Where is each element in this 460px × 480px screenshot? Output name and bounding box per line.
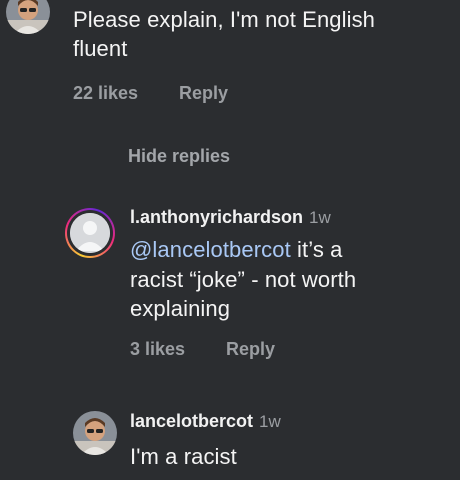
- like-count[interactable]: 3 likes: [130, 339, 185, 360]
- story-ring[interactable]: [65, 208, 115, 258]
- reply-text-line: explaining: [130, 296, 231, 321]
- story-ring-gap: [67, 210, 113, 256]
- default-user-avatar-icon: [70, 213, 110, 253]
- user-photo-avatar-icon: [6, 0, 50, 34]
- user-photo-avatar-icon: [73, 411, 117, 455]
- reply-button[interactable]: Reply: [226, 339, 275, 360]
- mention-link[interactable]: @lancelotbercot: [130, 237, 291, 262]
- reply-username-row: l.anthonyrichardson 1w: [130, 207, 331, 228]
- reply-timestamp: 1w: [259, 412, 281, 431]
- reply-text-line: @lancelotbercot it’s a: [130, 235, 342, 264]
- reply-text-line: racist “joke” - not worth: [130, 267, 357, 292]
- reply-text-line: I'm a racist: [130, 444, 237, 469]
- reply-avatar[interactable]: [73, 411, 117, 455]
- reply-username[interactable]: l.anthonyrichardson: [130, 207, 303, 227]
- reply-timestamp: 1w: [309, 208, 331, 227]
- reply-avatar: [70, 213, 110, 253]
- reply-username-row: lancelotbercot 1w: [130, 411, 281, 432]
- hide-replies-button[interactable]: Hide replies: [128, 146, 230, 167]
- reply-text-segment: it’s a: [290, 237, 343, 262]
- like-count[interactable]: 22 likes: [73, 83, 138, 104]
- comment-text-line: Please explain, I'm not English: [73, 7, 376, 32]
- reply-button[interactable]: Reply: [179, 83, 228, 104]
- reply-username[interactable]: lancelotbercot: [130, 411, 253, 431]
- commenter-avatar[interactable]: [6, 0, 50, 34]
- comment-text-line: fluent: [73, 36, 128, 61]
